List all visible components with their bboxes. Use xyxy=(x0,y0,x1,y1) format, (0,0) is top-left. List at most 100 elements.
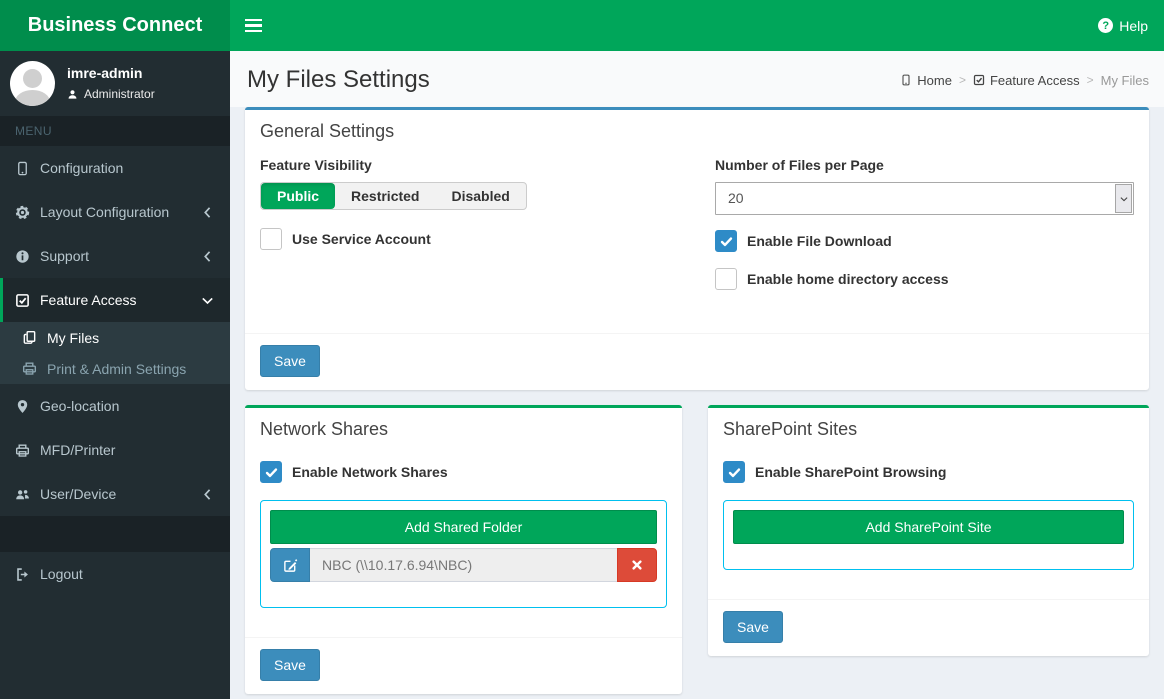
tablet-icon xyxy=(900,74,912,86)
feature-visibility-group: Public Restricted Disabled xyxy=(260,182,527,210)
sidebar-item-label: Support xyxy=(40,248,90,264)
sidebar-item-layout-configuration[interactable]: Layout Configuration xyxy=(0,190,230,234)
check-icon xyxy=(728,466,741,479)
sidebar-item-geo-location[interactable]: Geo-location xyxy=(0,384,230,428)
sidebar-divider xyxy=(0,516,230,552)
enable-network-shares-checkbox[interactable] xyxy=(260,461,282,483)
sidebar-item-label: Feature Access xyxy=(40,292,137,308)
edit-share-button[interactable] xyxy=(270,548,310,582)
enable-file-download-checkbox[interactable] xyxy=(715,230,737,252)
use-service-account-checkbox[interactable] xyxy=(260,228,282,250)
add-shared-folder-button[interactable]: Add Shared Folder xyxy=(270,510,657,544)
sidebar-item-support[interactable]: Support xyxy=(0,234,230,278)
delete-share-button[interactable] xyxy=(617,548,657,582)
info-circle-icon xyxy=(15,249,30,264)
sidebar-item-label: Logout xyxy=(40,566,83,582)
sidebar-item-print-admin-settings[interactable]: Print & Admin Settings xyxy=(0,353,230,384)
tablet-icon xyxy=(15,161,30,176)
enable-home-directory-checkbox[interactable] xyxy=(715,268,737,290)
select-arrow xyxy=(1115,184,1132,213)
enable-sharepoint-browsing-checkbox[interactable] xyxy=(723,461,745,483)
breadcrumb-label: Feature Access xyxy=(989,72,1080,88)
enable-home-directory-label: Enable home directory access xyxy=(747,271,949,287)
breadcrumb-label: Home xyxy=(917,72,952,88)
check-square-icon xyxy=(15,293,30,308)
sidebar-item-logout[interactable]: Logout xyxy=(0,552,230,596)
sidebar-item-mfd-printer[interactable]: MFD/Printer xyxy=(0,428,230,472)
user-role-label: Administrator xyxy=(84,87,155,101)
chevron-down-icon xyxy=(200,293,215,308)
enable-file-download-label: Enable File Download xyxy=(747,233,892,249)
enable-sharepoint-browsing-label: Enable SharePoint Browsing xyxy=(755,464,947,480)
sidebar-toggle-button[interactable] xyxy=(230,0,276,51)
user-role: Administrator xyxy=(67,87,155,101)
breadcrumb-separator: > xyxy=(958,73,966,87)
sidebar-item-label: MFD/Printer xyxy=(40,442,116,458)
sidebar-item-label: Layout Configuration xyxy=(40,204,170,220)
sidebar-item-user-device[interactable]: User/Device xyxy=(0,472,230,516)
feature-access-submenu: My Files Print & Admin Settings xyxy=(0,322,230,384)
network-shares-title: Network Shares xyxy=(260,419,389,439)
general-settings-title: General Settings xyxy=(260,121,395,141)
breadcrumb-separator: > xyxy=(1086,73,1094,87)
files-per-page-label: Number of Files per Page xyxy=(715,157,884,173)
user-name: imre-admin xyxy=(67,65,143,81)
use-service-account-label: Use Service Account xyxy=(292,231,431,247)
close-icon xyxy=(631,559,643,571)
chevron-down-icon xyxy=(1119,194,1129,204)
chevron-left-icon xyxy=(200,249,215,264)
visibility-restricted-button[interactable]: Restricted xyxy=(335,183,435,209)
shared-folder-name: NBC (\\10.17.6.94\NBC) xyxy=(310,548,617,582)
sidebar-item-my-files[interactable]: My Files xyxy=(0,322,230,353)
app-logo[interactable]: Business Connect xyxy=(0,0,230,51)
main-content: My Files Settings Home > Feature Access … xyxy=(230,51,1164,699)
sidebar-item-label: User/Device xyxy=(40,486,117,502)
printer-icon xyxy=(15,443,30,458)
add-sharepoint-site-button[interactable]: Add SharePoint Site xyxy=(733,510,1124,544)
breadcrumb-feature-access[interactable]: Feature Access xyxy=(973,73,1080,88)
sharepoint-sites-listbox: Add SharePoint Site xyxy=(723,500,1134,570)
navbar: ? Help xyxy=(230,0,1164,51)
sidebar-item-label: My Files xyxy=(47,329,100,346)
help-button[interactable]: ? Help xyxy=(1082,0,1164,51)
shared-folders-listbox: Add Shared Folder NBC (\\10.17.6.94\NBC) xyxy=(260,500,667,608)
files-per-page-select[interactable]: 20 xyxy=(715,182,1134,215)
feature-visibility-label: Feature Visibility xyxy=(260,157,372,173)
sidebar: imre-admin Administrator MENU Configurat… xyxy=(0,51,230,699)
sharepoint-save-button[interactable]: Save xyxy=(723,611,783,643)
chevron-left-icon xyxy=(200,487,215,502)
network-shares-panel: Network Shares Enable Network Shares Add… xyxy=(245,405,682,694)
visibility-public-button[interactable]: Public xyxy=(261,183,336,209)
sidebar-item-label: Geo-location xyxy=(40,398,120,414)
check-icon xyxy=(720,235,733,248)
question-circle-icon: ? xyxy=(1098,18,1114,33)
breadcrumb: Home > Feature Access > My Files xyxy=(900,73,1149,88)
person-icon xyxy=(67,89,78,100)
files-icon xyxy=(22,330,37,345)
avatar xyxy=(10,61,55,106)
sharepoint-sites-title: SharePoint Sites xyxy=(723,419,858,439)
sidebar-item-configuration[interactable]: Configuration xyxy=(0,146,230,190)
logout-icon xyxy=(15,567,30,582)
breadcrumb-home[interactable]: Home xyxy=(900,73,952,88)
visibility-disabled-button[interactable]: Disabled xyxy=(435,183,525,209)
sidebar-item-label: Configuration xyxy=(40,160,124,176)
printer-icon xyxy=(22,361,37,376)
menu-header: MENU xyxy=(0,116,230,146)
shared-folder-row: NBC (\\10.17.6.94\NBC) xyxy=(270,548,657,582)
general-settings-panel: General Settings Feature Visibility Publ… xyxy=(245,107,1149,390)
check-icon xyxy=(265,466,278,479)
breadcrumb-my-files: My Files xyxy=(1100,72,1149,88)
network-shares-save-button[interactable]: Save xyxy=(260,649,320,681)
pencil-square-icon xyxy=(283,558,298,573)
chevron-left-icon xyxy=(200,205,215,220)
user-panel: imre-admin Administrator xyxy=(0,51,230,116)
top-header: Business Connect ? Help xyxy=(0,0,1164,51)
gear-icon xyxy=(15,205,30,220)
general-save-button[interactable]: Save xyxy=(260,345,320,377)
map-marker-icon xyxy=(15,399,30,414)
page-title: My Files Settings xyxy=(247,66,430,93)
users-icon xyxy=(15,487,30,502)
sidebar-item-feature-access[interactable]: Feature Access xyxy=(0,278,230,322)
files-per-page-value: 20 xyxy=(728,190,744,206)
